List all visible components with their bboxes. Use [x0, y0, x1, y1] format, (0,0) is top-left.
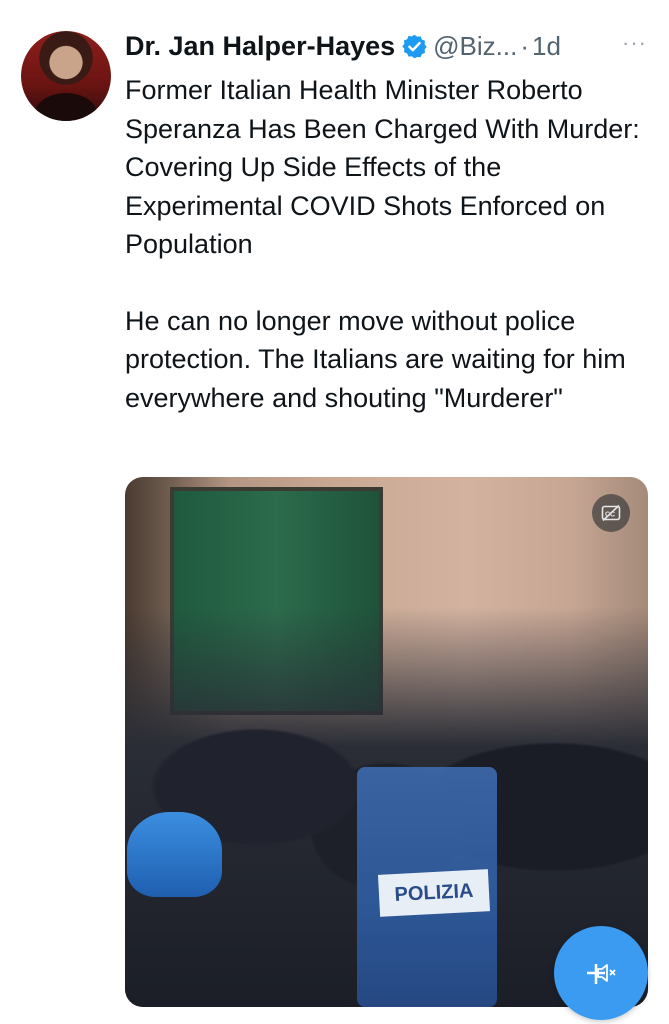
verified-badge-icon [401, 33, 428, 60]
shield-text: POLIZIA [377, 869, 491, 917]
tweet-text: Former Italian Health Minister Roberto S… [125, 71, 655, 417]
author-handle[interactable]: @Biz... [433, 31, 517, 62]
avatar-portrait [35, 93, 97, 121]
tweet-paragraph: Former Italian Health Minister Roberto S… [125, 75, 640, 259]
captions-off-icon[interactable]: CC [592, 494, 630, 532]
tweet-paragraph: He can no longer move without police pro… [125, 305, 626, 413]
separator-dot: · [520, 30, 529, 61]
speaker-muted-icon[interactable] [554, 926, 648, 1020]
video-scene-helmet [127, 812, 222, 897]
tweet-timestamp[interactable]: 1d [532, 31, 561, 62]
author-avatar[interactable] [21, 31, 111, 121]
tweet-header: Dr. Jan Halper-Hayes @Biz... · 1d [125, 28, 561, 64]
more-options-icon[interactable]: ··· [622, 30, 647, 56]
video-player[interactable]: POLIZIA [125, 477, 648, 1007]
author-name[interactable]: Dr. Jan Halper-Hayes [125, 31, 395, 62]
